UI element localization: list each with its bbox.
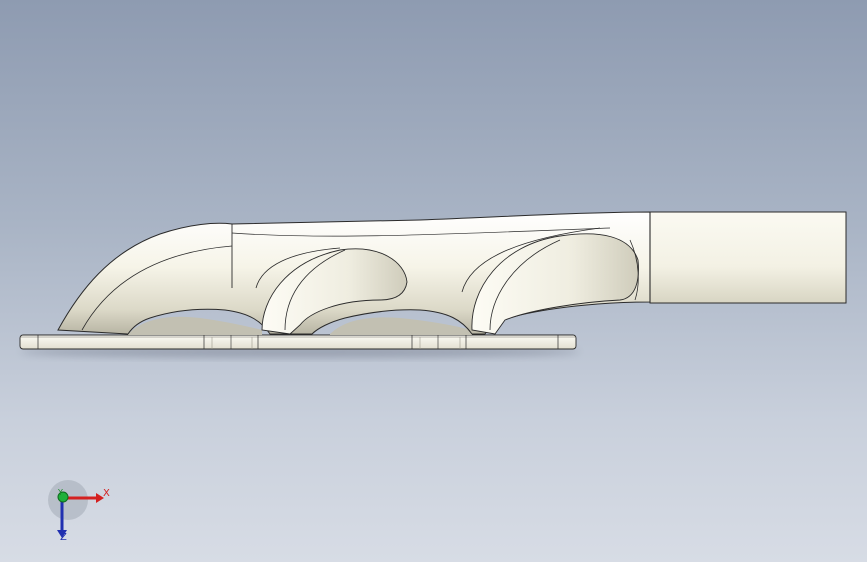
runner-gap-2 [330, 317, 472, 335]
outlet-collector [649, 211, 847, 304]
exhaust-manifold-model[interactable] [0, 0, 867, 562]
coordinate-triad: X Y Z [40, 478, 120, 548]
runner-gap-1 [128, 316, 262, 335]
axis-x-label: X [103, 488, 110, 499]
flange-plate [19, 334, 577, 350]
axis-z-label: Z [60, 532, 67, 543]
axis-y-label: Y [58, 488, 63, 497]
graphics-viewport[interactable]: X Y Z [0, 0, 867, 562]
